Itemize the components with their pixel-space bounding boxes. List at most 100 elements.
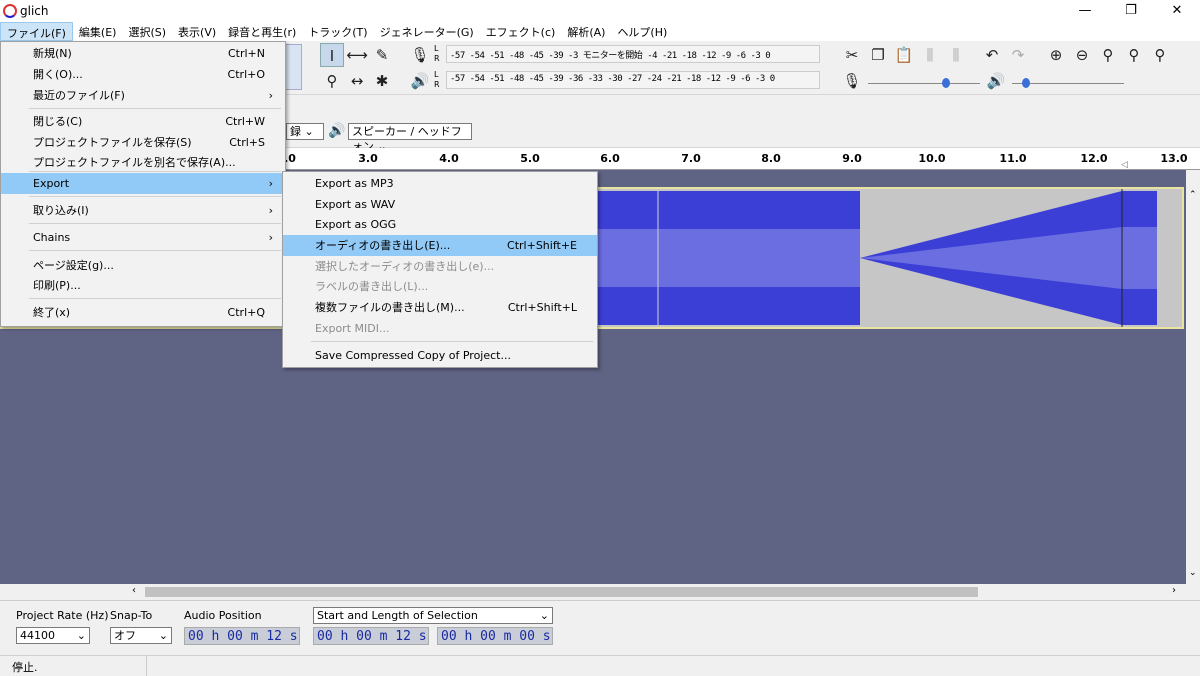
ruler-tick: 6.0 — [600, 152, 620, 165]
fit-selection-icon[interactable]: ⚲ — [1096, 43, 1120, 67]
draw-tool-icon[interactable]: ✎ — [370, 43, 394, 67]
trim-icon[interactable]: ⫼ — [918, 43, 942, 67]
channels-select[interactable]: 録 ⌄ — [286, 123, 324, 140]
menu-item-close[interactable]: 閉じる(C) Ctrl+W — [1, 111, 285, 132]
menu-item-export-audio[interactable]: オーディオの書き出し(E)... Ctrl+Shift+E — [283, 235, 597, 256]
menu-item-open[interactable]: 開く(O)... Ctrl+O — [1, 64, 285, 85]
ruler-tick: 4.0 — [439, 152, 459, 165]
selection-start-field[interactable]: 00 h 00 m 12 s — [313, 627, 429, 645]
microphone-icon[interactable]: 🎙 — [408, 43, 432, 67]
selection-mode-select[interactable]: Start and Length of Selection ⌄ — [313, 607, 553, 624]
status-text: 停止. — [12, 661, 38, 674]
cut-icon[interactable]: ✂ — [840, 43, 864, 67]
menu-separator — [311, 341, 593, 342]
menu-item-recent[interactable]: 最近のファイル(F) › — [1, 85, 285, 106]
redo-icon[interactable]: ↷ — [1006, 43, 1030, 67]
mixer-speaker-icon: 🔊 — [986, 72, 1006, 90]
menu-separator — [29, 171, 281, 172]
menu-item-export-wav[interactable]: Export as WAV — [283, 194, 597, 215]
snap-to-select[interactable]: オフ ⌄ — [110, 627, 172, 644]
scroll-left-icon[interactable]: ‹ — [132, 585, 136, 596]
close-button[interactable]: ✕ — [1154, 0, 1200, 22]
menu-item-new[interactable]: 新規(N) Ctrl+N — [1, 43, 285, 64]
scroll-down-icon[interactable]: ⌄ — [1189, 568, 1197, 578]
ruler-tick: 11.0 — [999, 152, 1027, 165]
menu-help[interactable]: ヘルプ(H) — [611, 22, 673, 41]
status-bar: 停止. — [0, 655, 1200, 676]
menu-effect[interactable]: エフェクト(c) — [480, 22, 562, 41]
fit-project-icon[interactable]: ⚲ — [1122, 43, 1146, 67]
audio-position-field[interactable]: 00 h 00 m 12 s — [184, 627, 300, 645]
project-rate-select[interactable]: 44100 ⌄ — [16, 627, 90, 644]
rec-channels: LR — [434, 44, 440, 63]
recording-meter[interactable]: -57 -54 -51 -48 -45 -39 -3 モニターを開始 -4 -2… — [446, 45, 820, 63]
menu-item-page-setup[interactable]: ページ設定(g)... — [1, 255, 285, 276]
menu-item-export-midi: Export MIDI... — [315, 322, 390, 335]
output-device-select[interactable]: スピーカー / ヘッドフォン ⌄ — [348, 123, 472, 153]
vertical-scrollbar[interactable]: ⌃ ⌄ — [1186, 170, 1200, 584]
menu-file[interactable]: ファイル(F) — [0, 22, 73, 41]
timeshift-tool-icon[interactable]: ↔ — [345, 69, 369, 93]
playback-meter[interactable]: -57 -54 -51 -48 -45 -39 -36 -33 -30 -27 … — [446, 71, 820, 89]
menu-item-save-project-as[interactable]: プロジェクトファイルを別名で保存(A)... — [1, 152, 285, 173]
menu-tracks[interactable]: トラック(T) — [302, 22, 373, 41]
silence-icon[interactable]: ⫼ — [944, 43, 968, 67]
project-rate-label: Project Rate (Hz) — [16, 609, 109, 622]
menu-item-save-compressed[interactable]: Save Compressed Copy of Project... — [283, 345, 597, 366]
menu-item-export-multiple[interactable]: 複数ファイルの書き出し(M)... Ctrl+Shift+L — [283, 297, 597, 318]
output-speaker-icon: 🔊 — [328, 123, 346, 139]
menu-item-export-labels: ラベルの書き出し(L)... — [315, 280, 429, 293]
menu-generate[interactable]: ジェネレーター(G) — [374, 22, 480, 41]
menu-item-exit[interactable]: 終了(x) Ctrl+Q — [1, 302, 285, 323]
menu-transport[interactable]: 録音と再生(r) — [222, 22, 302, 41]
audacity-logo-icon — [3, 4, 17, 18]
selection-tool-icon[interactable]: I — [320, 43, 344, 67]
menu-item-chains[interactable]: Chains › — [1, 227, 285, 248]
minimize-button[interactable]: — — [1062, 0, 1108, 22]
scroll-up-icon[interactable]: ⌃ — [1189, 190, 1197, 200]
menu-item-export-mp3[interactable]: Export as MP3 — [283, 173, 597, 194]
audio-position-label: Audio Position — [184, 609, 262, 622]
ruler-tick: 10.0 — [918, 152, 946, 165]
zoom-out-icon[interactable]: ⊖ — [1070, 43, 1094, 67]
menu-select[interactable]: 選択(S) — [122, 22, 172, 41]
zoom-toggle-icon[interactable]: ⚲ — [1148, 43, 1172, 67]
menu-item-save-project[interactable]: プロジェクトファイルを保存(S) Ctrl+S — [1, 132, 285, 153]
menu-item-import[interactable]: 取り込み(I) › — [1, 200, 285, 221]
menu-bar: ファイル(F) 編集(E) 選択(S) 表示(V) 録音と再生(r) トラック(… — [0, 22, 1200, 41]
play-channels: LR — [434, 70, 440, 89]
menu-analyze[interactable]: 解析(A) — [561, 22, 611, 41]
title-bar: glich — ❐ ✕ — [0, 0, 1200, 22]
menu-view[interactable]: 表示(V) — [172, 22, 222, 41]
ruler-tick: 12.0 — [1080, 152, 1108, 165]
selection-length-field[interactable]: 00 h 00 m 00 s — [437, 627, 553, 645]
undo-icon[interactable]: ↶ — [980, 43, 1004, 67]
snap-to-label: Snap-To — [110, 609, 153, 622]
menu-separator — [29, 250, 281, 251]
horizontal-scroll-thumb[interactable] — [145, 587, 978, 597]
envelope-tool-icon[interactable]: ⟷ — [345, 43, 369, 67]
transport-edge — [284, 44, 302, 90]
menu-item-export[interactable]: Export › — [1, 173, 285, 194]
menu-separator — [29, 223, 281, 224]
menu-item-print[interactable]: 印刷(P)... — [1, 275, 285, 296]
zoom-tool-icon[interactable]: ⚲ — [320, 69, 344, 93]
scroll-right-icon[interactable]: › — [1172, 585, 1176, 596]
speaker-icon[interactable]: 🔊 — [408, 69, 432, 93]
rec-volume-slider[interactable] — [868, 83, 980, 84]
menu-item-export-ogg[interactable]: Export as OGG — [283, 214, 597, 235]
selection-toolbar: Project Rate (Hz) 44100 ⌄ Snap-To オフ ⌄ Aud… — [0, 600, 1200, 655]
menu-edit[interactable]: 編集(E) — [73, 22, 123, 41]
paste-icon[interactable]: 📋 — [892, 43, 916, 67]
play-head-marker-icon: ◁ — [1121, 160, 1128, 170]
play-volume-thumb[interactable] — [1022, 78, 1030, 88]
zoom-in-icon[interactable]: ⊕ — [1044, 43, 1068, 67]
restore-button[interactable]: ❐ — [1108, 0, 1154, 22]
multi-tool-icon[interactable]: ✱ — [370, 69, 394, 93]
menu-separator — [29, 108, 281, 109]
rec-volume-thumb[interactable] — [942, 78, 950, 88]
copy-icon[interactable]: ❐ — [866, 43, 890, 67]
menu-separator — [29, 196, 281, 197]
submenu-arrow-icon: › — [268, 177, 273, 190]
mixer-mic-icon: 🎙 — [842, 72, 862, 90]
